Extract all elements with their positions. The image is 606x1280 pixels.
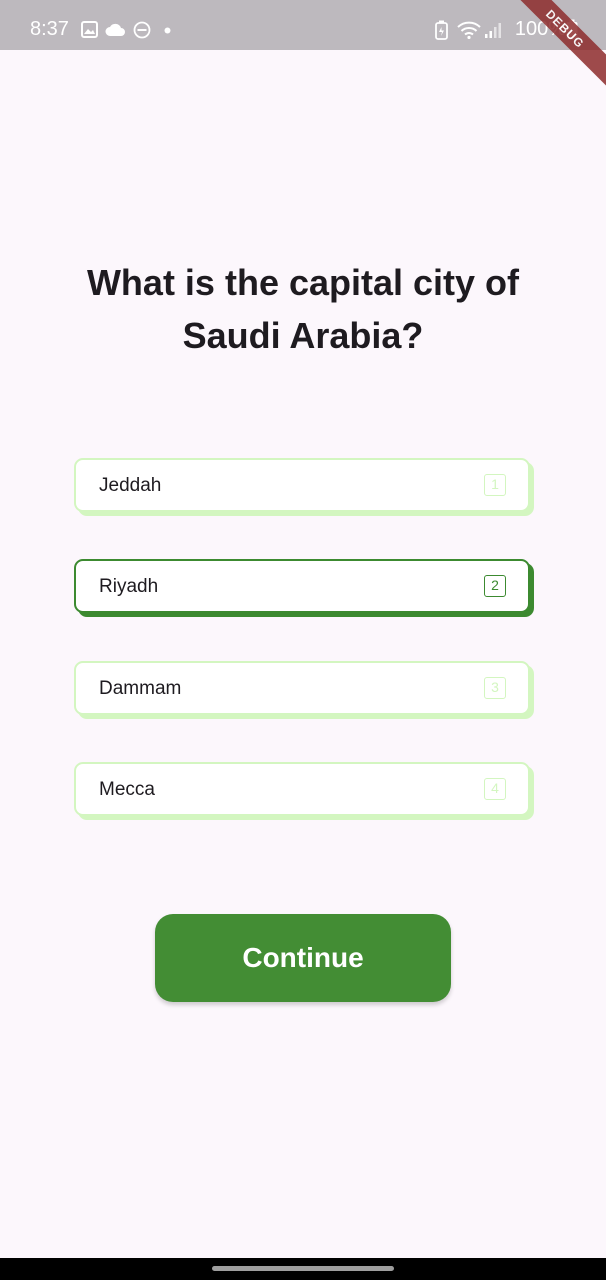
cloud-icon: [105, 23, 125, 36]
option-mecca[interactable]: Mecca 4: [74, 762, 530, 816]
option-dammam[interactable]: Dammam 3: [74, 661, 530, 715]
continue-button[interactable]: Continue: [155, 914, 451, 1002]
signal-icon: [485, 23, 501, 38]
navigation-bar: [0, 1258, 606, 1280]
battery-saver-icon: [435, 20, 448, 40]
option-key-badge: 2: [484, 575, 506, 597]
option-key-badge: 4: [484, 778, 506, 800]
question-title: What is the capital city of Saudi Arabia…: [86, 262, 520, 356]
option-key-badge: 3: [484, 677, 506, 699]
option-jeddah[interactable]: Jeddah 1: [74, 458, 530, 512]
wifi-icon: [457, 21, 481, 39]
option-label: Riyadh: [99, 576, 159, 597]
home-indicator[interactable]: [212, 1266, 394, 1271]
option-label: Mecca: [99, 779, 155, 800]
debug-banner: DEBUG: [504, 0, 606, 90]
status-bar: 8:37 100% DEBUG: [0, 0, 606, 90]
dnd-icon: [133, 21, 151, 39]
option-label: Jeddah: [99, 475, 162, 496]
option-key-badge: 1: [484, 474, 506, 496]
image-icon: [81, 21, 98, 38]
dot-icon: [164, 27, 171, 34]
status-time: 8:37: [30, 18, 69, 40]
option-label: Dammam: [99, 678, 182, 699]
option-riyadh[interactable]: Riyadh 2: [74, 559, 530, 613]
